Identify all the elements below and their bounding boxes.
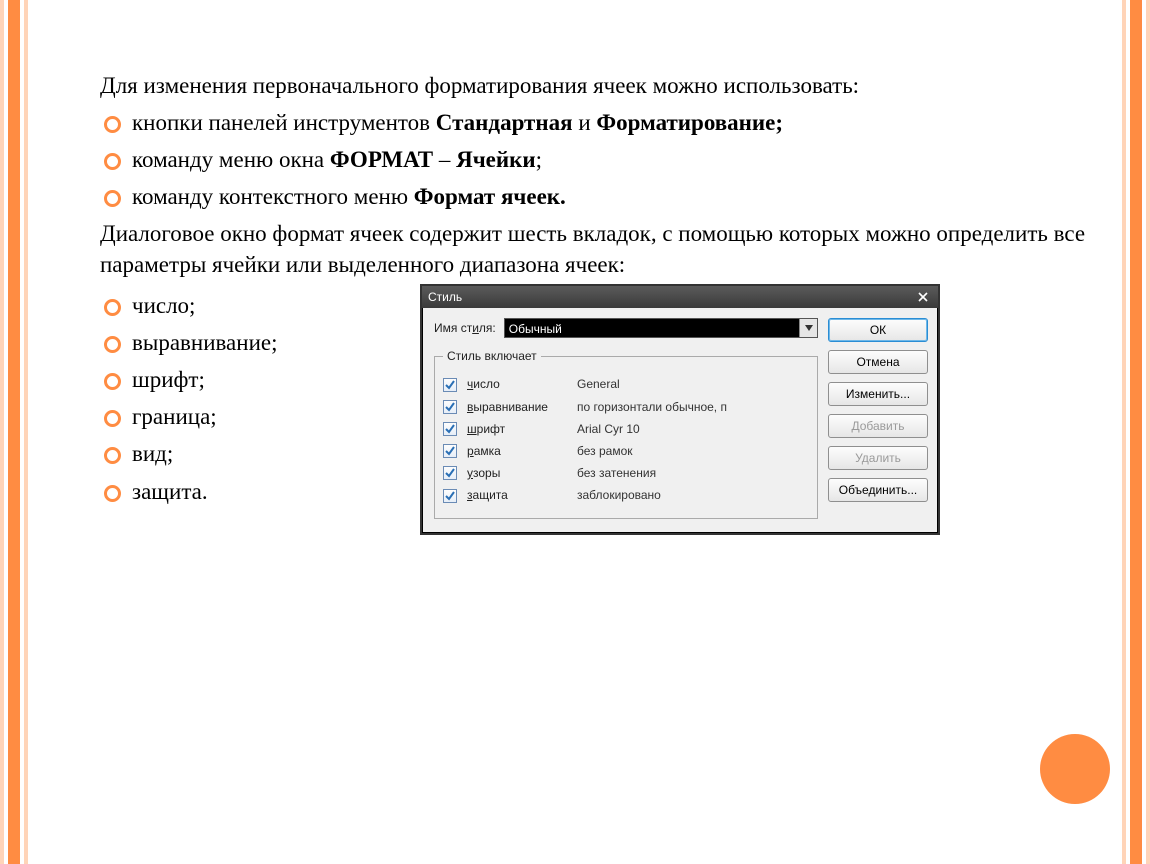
- bullet-item: команду меню окна ФОРМАТ – Ячейки;: [132, 144, 1090, 175]
- delete-button: Удалить: [828, 446, 928, 470]
- chevron-down-icon[interactable]: [799, 319, 817, 337]
- merge-button[interactable]: Объединить...: [828, 478, 928, 502]
- bullet-item: команду контекстного меню Формат ячеек.: [132, 181, 1090, 212]
- ok-button[interactable]: ОК: [828, 318, 928, 342]
- bullet-item: граница;: [132, 401, 400, 432]
- bullet-item: кнопки панелей инструментов Стандартная …: [132, 107, 1090, 138]
- checkbox[interactable]: [443, 378, 457, 392]
- style-includes-group: Стиль включает число General выравнивани…: [434, 348, 818, 518]
- option-patterns: узоры без затенения: [443, 465, 809, 481]
- middle-paragraph: Диалоговое окно формат ячеек содержит ше…: [60, 218, 1090, 280]
- close-icon[interactable]: [914, 289, 932, 305]
- checkbox[interactable]: [443, 444, 457, 458]
- tabs-bullet-list: число; выравнивание; шрифт; граница; вид…: [60, 290, 400, 506]
- x-icon: [918, 292, 928, 302]
- top-bullet-list: кнопки панелей инструментов Стандартная …: [60, 107, 1090, 212]
- bullet-item: защита.: [132, 476, 400, 507]
- bullet-item: вид;: [132, 438, 400, 469]
- add-button: Добавить: [828, 414, 928, 438]
- decorative-circle: [1040, 734, 1110, 804]
- checkbox[interactable]: [443, 466, 457, 480]
- checkbox[interactable]: [443, 489, 457, 503]
- style-name-label: Имя стиля:: [434, 320, 496, 336]
- bullet-item: число;: [132, 290, 400, 321]
- group-legend: Стиль включает: [443, 348, 541, 364]
- option-protection: защита заблокировано: [443, 487, 809, 503]
- intro-text: Для изменения первоначального форматиров…: [60, 70, 1090, 101]
- option-border: рамка без рамок: [443, 443, 809, 459]
- cancel-button[interactable]: Отмена: [828, 350, 928, 374]
- checkbox[interactable]: [443, 400, 457, 414]
- bullet-item: шрифт;: [132, 364, 400, 395]
- option-number: число General: [443, 376, 809, 392]
- slide-content: Для изменения первоначального форматиров…: [60, 70, 1090, 824]
- bullet-item: выравнивание;: [132, 327, 400, 358]
- dialog-titlebar[interactable]: Стиль: [422, 286, 938, 308]
- dialog-title-text: Стиль: [428, 289, 462, 305]
- checkbox[interactable]: [443, 422, 457, 436]
- option-font: шрифт Arial Cyr 10: [443, 421, 809, 437]
- style-dialog: Стиль Имя стиля: Обычный: [420, 284, 940, 534]
- style-name-value: Обычный: [505, 319, 799, 337]
- modify-button[interactable]: Изменить...: [828, 382, 928, 406]
- option-alignment: выравнивание по горизонтали обычное, п: [443, 399, 809, 415]
- style-name-combo[interactable]: Обычный: [504, 318, 818, 338]
